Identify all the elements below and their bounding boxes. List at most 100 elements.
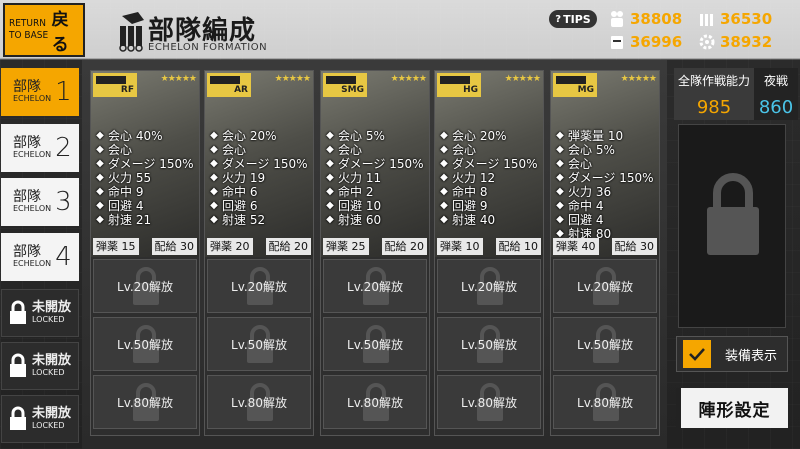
echelon-tab-locked-7[interactable]: 未開放 LOCKED — [1, 395, 79, 443]
gun-type-label: SMG — [341, 85, 364, 95]
doll-card[interactable]: AR ★★★★★ ◆ 会心 20% ◆ 会心 ◆ ダメージ 150% ◆ 火力 19 ◆ 命中 6 ◆ 回… — [205, 71, 313, 257]
slot-unlock-label: Lv.80解放 — [577, 395, 633, 410]
gun-type-badge: AR — [207, 73, 251, 97]
stat-row: ◆ ダメージ 150% — [325, 157, 423, 171]
stat-row: ◆ 命中 2 — [325, 185, 424, 199]
night-combat-panel: 夜戦 860 — [754, 68, 798, 120]
stat-icon: ◆ — [210, 214, 218, 225]
equipment-slot[interactable]: Lv.50解放 — [207, 317, 311, 371]
supply-row: 弾薬 10 配給 10 — [437, 238, 541, 255]
equipment-slot[interactable]: Lv.80解放 — [207, 375, 311, 429]
echelon-tab-1[interactable]: 部隊 ECHELON 1 — [1, 68, 79, 116]
echelon-jp: 部隊 — [13, 189, 41, 205]
stat-row: ◆ 回避 4 — [95, 199, 194, 213]
equipment-slot[interactable]: Lv.50解放 — [323, 317, 427, 371]
stat-row: ◆ 会心 20% — [209, 129, 308, 143]
echelon-tab-4[interactable]: 部隊 ECHELON 4 — [1, 233, 79, 281]
slot-unlock-label: Lv.50解放 — [231, 337, 287, 352]
doll-stats: ◆ 弾薬量 10 ◆ 会心 5% ◆ 会心 ◆ ダメージ 150% ◆ 火力 36 ◆ 命中 4 ◆ 回避… — [555, 129, 654, 241]
slot-unlock-label: Lv.50解放 — [347, 337, 403, 352]
echelon-tab-locked-5[interactable]: 未開放 LOCKED — [1, 289, 79, 337]
echelon-tab-2[interactable]: 部隊 ECHELON 2 — [1, 124, 79, 172]
equipment-slot[interactable]: Lv.80解放 — [93, 375, 197, 429]
equipment-slot[interactable]: Lv.20解放 — [437, 259, 541, 313]
ration-supply: 配給 10 — [495, 238, 541, 255]
stat-icon: ◆ — [556, 158, 564, 169]
equipment-slot[interactable]: Lv.80解放 — [437, 375, 541, 429]
gun-type-label: MG — [577, 85, 594, 95]
stat-icon: ◆ — [556, 200, 564, 211]
lock-icon — [10, 300, 26, 324]
resource-rations: 36996 — [608, 33, 682, 51]
stat-row: ◆ ダメージ 150% — [209, 157, 307, 171]
ammo-supply: 弾薬 25 — [323, 238, 369, 255]
doll-column[interactable]: HG ★★★★★ ◆ 会心 20% ◆ 会心 ◆ ダメージ 150% ◆ 火力 12 ◆ 命中 8 ◆ 回… — [434, 70, 544, 436]
equipment-slot[interactable]: Lv.20解放 — [93, 259, 197, 313]
stat-row: ◆ 火力 55 — [95, 171, 194, 185]
ration-supply: 配給 30 — [611, 238, 657, 255]
equipment-display-toggle[interactable]: 装備表示 — [676, 336, 788, 372]
stat-icon: ◆ — [96, 186, 104, 197]
stat-text: 命中 6 — [222, 185, 258, 199]
doll-column[interactable]: SMG ★★★★★ ◆ 会心 5% ◆ 会心 ◆ ダメージ 150% ◆ 火力 11 ◆ 命中 2 ◆ 回… — [320, 70, 430, 436]
page-title: 部隊編成 ECHELON FORMATION — [118, 6, 288, 54]
stat-icon: ◆ — [96, 144, 104, 155]
stat-row: ◆ 会心 40% — [95, 129, 194, 143]
equipment-slot[interactable]: Lv.80解放 — [323, 375, 427, 429]
stat-icon: ◆ — [96, 214, 104, 225]
equipment-display-label: 装備表示 — [725, 348, 778, 364]
ammo-icon — [698, 10, 716, 28]
gun-icon — [440, 76, 470, 84]
doll-column[interactable]: RF ★★★★★ ◆ 会心 40% ◆ 会心 ◆ ダメージ 150% ◆ 火力 55 ◆ 命中 9 ◆ 回… — [90, 70, 200, 436]
doll-card[interactable]: SMG ★★★★★ ◆ 会心 5% ◆ 会心 ◆ ダメージ 150% ◆ 火力 11 ◆ 命中 2 ◆ 回… — [321, 71, 429, 257]
manpower-value: 38808 — [630, 10, 683, 28]
stat-row: ◆ 会心 5% — [555, 143, 654, 157]
doll-card[interactable]: HG ★★★★★ ◆ 会心 20% ◆ 会心 ◆ ダメージ 150% ◆ 火力 12 ◆ 命中 8 ◆ 回… — [435, 71, 543, 257]
doll-card[interactable]: RF ★★★★★ ◆ 会心 40% ◆ 会心 ◆ ダメージ 150% ◆ 火力 55 ◆ 命中 9 ◆ 回… — [91, 71, 199, 257]
stat-text: ダメージ 150% — [452, 157, 538, 171]
formation-label: 陣形設定 — [698, 400, 771, 421]
echelon-tab-3[interactable]: 部隊 ECHELON 3 — [1, 178, 79, 226]
night-value: 860 — [758, 97, 794, 118]
equipment-slot[interactable]: Lv.50解放 — [553, 317, 657, 371]
stat-text: 会心 — [452, 143, 477, 157]
equipment-slot[interactable]: Lv.50解放 — [437, 317, 541, 371]
stat-icon: ◆ — [326, 144, 334, 155]
stat-text: 回避 4 — [568, 213, 604, 227]
supply-row: 弾薬 40 配給 30 — [553, 238, 657, 255]
equipment-slot[interactable]: Lv.20解放 — [323, 259, 427, 313]
tips-button[interactable]: ? TIPS — [549, 10, 597, 28]
echelon-logo-icon — [119, 12, 144, 52]
return-to-base-button[interactable]: RETURN TO BASE 戻る — [3, 3, 85, 57]
formation-settings-button[interactable]: 陣形設定 — [676, 388, 788, 428]
supply-row: 弾薬 15 配給 30 — [93, 238, 197, 255]
night-label: 夜戦 — [763, 74, 788, 88]
echelon-tab-locked-6[interactable]: 未開放 LOCKED — [1, 342, 79, 390]
doll-column[interactable]: AR ★★★★★ ◆ 会心 20% ◆ 会心 ◆ ダメージ 150% ◆ 火力 19 ◆ 命中 6 ◆ 回… — [204, 70, 314, 436]
stat-text: 火力 19 — [222, 171, 266, 185]
stat-icon: ◆ — [210, 172, 218, 183]
stat-row: ◆ 会心 20% — [439, 129, 538, 143]
stat-text: 命中 4 — [568, 199, 604, 213]
echelon-en: ECHELON — [13, 94, 52, 103]
equipment-slot[interactable]: Lv.20解放 — [207, 259, 311, 313]
equipment-slot[interactable]: Lv.20解放 — [553, 259, 657, 313]
stat-text: 会心 20% — [452, 129, 507, 143]
doll-card[interactable]: MG ★★★★★ ◆ 弾薬量 10 ◆ 会心 5% ◆ 会心 ◆ ダメージ 150% ◆ 火力 36 ◆… — [551, 71, 659, 257]
combat-effectiveness: 全隊作戦能力 985 夜戦 860 — [674, 68, 798, 120]
gun-type-label: RF — [120, 85, 134, 95]
equipment-slot[interactable]: Lv.50解放 — [93, 317, 197, 371]
stat-icon: ◆ — [326, 200, 334, 211]
stat-row: ◆ 火力 11 — [325, 171, 424, 185]
stat-text: 火力 55 — [108, 171, 152, 185]
doll-column[interactable]: MG ★★★★★ ◆ 弾薬量 10 ◆ 会心 5% ◆ 会心 ◆ ダメージ 150% ◆ 火力 36 ◆… — [550, 70, 660, 436]
stat-icon: ◆ — [210, 158, 218, 169]
stat-row: ◆ 会心 — [325, 143, 424, 157]
equipment-slot[interactable]: Lv.80解放 — [553, 375, 657, 429]
stat-text: 回避 10 — [338, 199, 382, 213]
echelon-en: ECHELON — [13, 259, 52, 268]
lock-icon — [10, 353, 26, 377]
stat-text: 命中 9 — [108, 185, 144, 199]
echelon-jp: 部隊 — [13, 135, 41, 151]
slot-unlock-label: Lv.80解放 — [117, 395, 173, 410]
